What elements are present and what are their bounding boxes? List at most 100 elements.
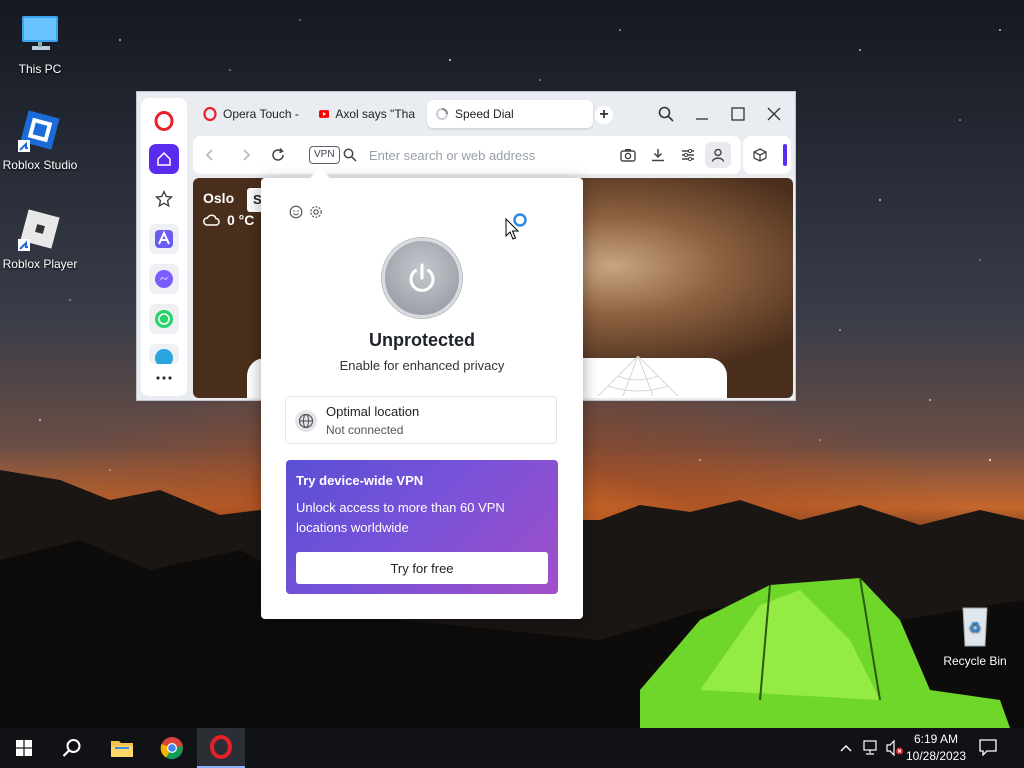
downloads-button[interactable]	[649, 146, 667, 164]
clock-time: 6:19 AM	[913, 732, 959, 746]
desktop-icon-roblox-player[interactable]: Roblox Player	[0, 205, 80, 271]
close-icon	[767, 107, 781, 121]
desktop-icon-roblox-studio[interactable]: Roblox Studio	[0, 106, 80, 172]
snapshot-button[interactable]	[619, 146, 637, 164]
taskbar-search-button[interactable]	[48, 728, 96, 768]
desktop-icon-label: This PC	[18, 62, 62, 76]
device-vpn-promo: Try device-wide VPN Unlock access to mor…	[286, 460, 558, 594]
sidebar-aria-button[interactable]	[149, 224, 179, 254]
minimize-icon	[696, 118, 708, 120]
network-status-button[interactable]	[862, 740, 880, 756]
vpn-location-selector[interactable]: Optimal location Not connected	[285, 396, 557, 444]
sidebar-more-button[interactable]	[149, 368, 179, 388]
opera-logo-icon	[154, 111, 174, 131]
windows-logo-icon	[16, 740, 32, 756]
extensions-bar	[743, 136, 791, 174]
sidebar-messenger-button[interactable]	[149, 264, 179, 294]
chrome-icon	[160, 737, 183, 760]
desktop-icon-recycle-bin[interactable]: ♻ Recycle Bin	[935, 602, 1015, 668]
profile-button[interactable]	[705, 142, 731, 168]
settings-sliders-icon	[682, 148, 694, 162]
youtube-favicon-icon	[319, 110, 330, 118]
address-search-icon	[341, 146, 359, 164]
telegram-icon	[155, 349, 173, 364]
recycle-bin-icon: ♻	[951, 602, 999, 650]
desktop-icon-label: Roblox Studio	[2, 158, 78, 172]
loading-spinner-icon	[436, 108, 448, 120]
roblox-studio-icon	[16, 106, 64, 154]
taskbar-file-explorer[interactable]	[98, 728, 146, 768]
sidebar-whatsapp-button[interactable]	[149, 304, 179, 334]
address-input[interactable]	[369, 145, 609, 165]
tab-opera-touch[interactable]: Opera Touch -	[195, 100, 307, 128]
start-button[interactable]	[0, 728, 48, 768]
chevron-right-icon	[243, 149, 251, 161]
reload-icon	[272, 148, 284, 161]
browser-sidebar	[141, 98, 187, 396]
back-button[interactable]	[201, 146, 219, 164]
clock-date: 10/28/2023	[905, 749, 967, 763]
taskbar-chrome[interactable]	[148, 728, 196, 768]
desktop-icon-label: Roblox Player	[2, 257, 78, 271]
promo-text: Unlock access to more than 60 VPN locati…	[296, 500, 505, 535]
tab-label: Speed Dial	[455, 107, 514, 121]
monitor-icon	[16, 10, 64, 58]
extensions-button[interactable]	[751, 146, 769, 164]
minimize-button[interactable]	[690, 102, 714, 126]
tab-youtube[interactable]: Axol says "Tha	[311, 100, 423, 128]
tab-label: Axol says "Tha	[335, 107, 415, 121]
location-status: Not connected	[326, 423, 404, 437]
opera-logo-icon	[210, 735, 232, 759]
sidebar-accent-bar	[783, 144, 787, 166]
forward-button[interactable]	[237, 146, 255, 164]
opera-menu-button[interactable]	[149, 106, 179, 136]
tab-speed-dial[interactable]: Speed Dial	[427, 100, 593, 128]
chevron-up-icon	[840, 745, 852, 752]
close-button[interactable]	[762, 102, 786, 126]
camera-icon	[620, 149, 636, 162]
globe-icon	[295, 410, 317, 432]
notifications-button[interactable]	[978, 738, 1002, 758]
star-icon	[155, 190, 173, 208]
more-dots-icon	[156, 376, 172, 380]
gear-icon	[310, 206, 322, 218]
easy-setup-button[interactable]	[679, 146, 697, 164]
reload-button[interactable]	[269, 146, 287, 164]
sidebar-telegram-button[interactable]	[149, 344, 179, 364]
new-tab-button[interactable]: +	[595, 106, 613, 124]
taskbar-opera[interactable]	[197, 728, 245, 768]
whatsapp-icon	[155, 310, 173, 328]
opera-favicon-icon	[203, 107, 217, 121]
vpn-toggle-badge[interactable]: VPN	[309, 146, 340, 164]
weather-temperature: 0 °C	[227, 212, 255, 228]
taskbar: 6:19 AM 10/28/2023	[0, 728, 1024, 768]
location-title: Optimal location	[326, 404, 420, 419]
sidebar-home-button[interactable]	[149, 144, 179, 174]
vpn-status-title: Unprotected	[368, 330, 475, 350]
tab-search-button[interactable]	[654, 102, 678, 126]
user-icon	[711, 148, 725, 162]
show-hidden-icons-button[interactable]	[838, 740, 854, 756]
roblox-player-icon	[16, 205, 64, 253]
messenger-icon	[155, 270, 173, 288]
address-bar: VPN	[193, 136, 741, 174]
maximize-button[interactable]	[726, 102, 750, 126]
tab-strip: Opera Touch - Axol says "Tha Speed Dial	[195, 100, 593, 128]
volume-muted-icon	[886, 739, 903, 757]
clock[interactable]: 6:19 AM 10/28/2023	[904, 731, 968, 765]
spiderweb-decoration-icon	[597, 356, 679, 396]
vpn-settings-button[interactable]	[309, 205, 323, 219]
mouse-cursor-busy-icon	[505, 213, 527, 240]
aria-icon	[155, 230, 173, 248]
try-for-free-button[interactable]: Try for free	[296, 552, 548, 584]
svg-text:♻: ♻	[969, 619, 982, 635]
download-icon	[652, 149, 664, 162]
vpn-feedback-button[interactable]	[289, 205, 303, 219]
vpn-power-button[interactable]	[382, 238, 462, 318]
desktop-icon-this-pc[interactable]: This PC	[0, 10, 80, 76]
search-icon	[62, 739, 81, 757]
sidebar-bookmarks-button[interactable]	[149, 184, 179, 214]
cube-icon	[753, 148, 767, 162]
smiley-icon	[289, 205, 303, 219]
volume-button[interactable]	[886, 739, 904, 757]
